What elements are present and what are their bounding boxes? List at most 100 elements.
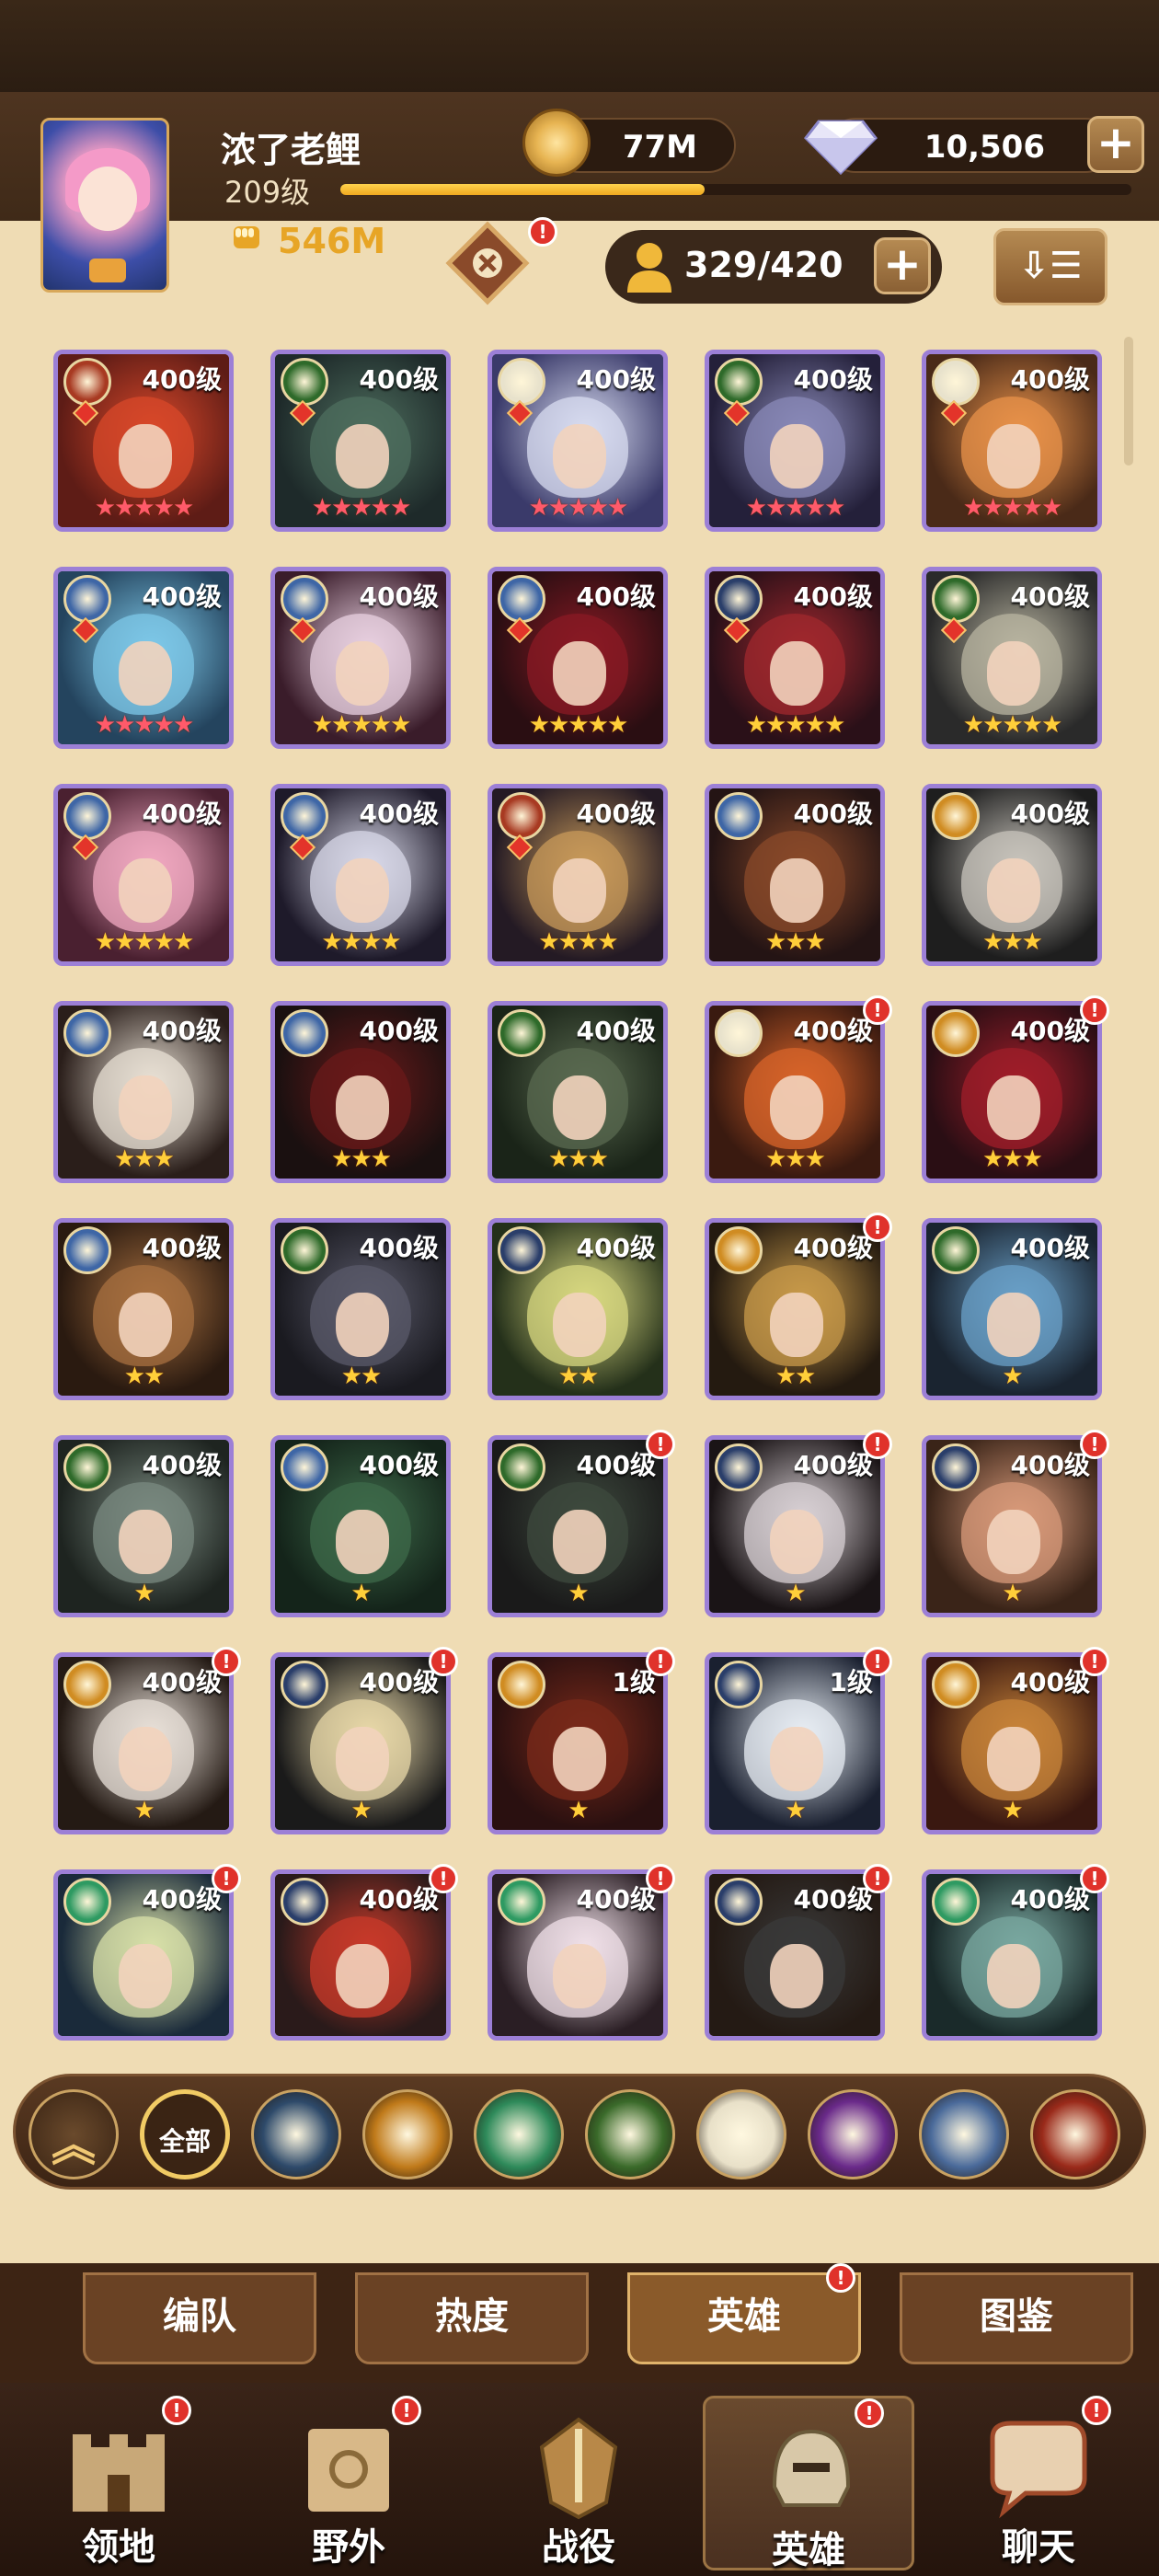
castle-icon [73,2434,165,2512]
faction-lightbearer-icon [281,792,328,840]
hero-card[interactable]: 400级 ★★★★★ [705,567,885,749]
hero-stars: ★★★ [548,1145,609,1173]
hero-card[interactable]: 400级 ★★★ [705,1001,885,1183]
faction-mauler-icon [281,1226,328,1274]
subtab-0[interactable]: 编队 [83,2272,316,2364]
hero-card[interactable]: 400级 ★ [270,1652,451,1834]
hero-card[interactable]: 400级 ★★ [705,1218,885,1400]
hero-card[interactable]: 400级 ★★★ [270,1001,451,1183]
hero-face [336,1293,389,1357]
player-name: 浓了老鲤 [221,130,361,170]
hero-card[interactable]: 400级 ★ [53,1652,234,1834]
faction-filter-wilder-star[interactable] [251,2089,341,2179]
hero-face [119,858,172,923]
player-level: 209级 [224,175,311,210]
faction-filter-dimensional[interactable] [362,2089,453,2179]
faction-filter-hypogean-purple[interactable] [808,2089,898,2179]
nav-sword-shield[interactable]: 战役 [473,2396,684,2570]
hero-card[interactable]: 400级 ★ [705,1435,885,1617]
hero-stars: ★★★ [765,1145,826,1173]
hero-card[interactable]: 400级 [53,1869,234,2041]
faction-filter-graveborn-flame[interactable] [1030,2089,1120,2179]
subtab-3[interactable]: 图鉴 [900,2272,1133,2364]
hero-stars: ★★★ [982,928,1043,956]
hero-card[interactable]: 400级 [270,1869,451,2041]
faction-filter-all[interactable]: 全部 [140,2089,230,2179]
add-hero-slot-button[interactable]: + [874,237,931,294]
hero-stars: ★ [1002,1580,1023,1607]
hero-level: 400级 [1010,364,1090,395]
hero-face [119,1075,172,1140]
hero-card[interactable]: 400级 ★★★ [922,1001,1102,1183]
hero-face [770,1075,823,1140]
hero-card[interactable]: 400级 ★★★★★ [53,784,234,966]
hero-card[interactable]: 400级 ★★★ [488,1001,668,1183]
hero-card[interactable]: 400级 ★★★★★ [488,350,668,532]
hero-stars: ★★ [775,1363,817,1390]
hero-alert-dot: ! [1080,995,1109,1025]
nav-helmet[interactable]: 英雄! [703,2396,914,2571]
hero-card[interactable]: 400级 ★★★★ [270,784,451,966]
hero-level: 400级 [359,581,439,612]
hero-face [987,1944,1040,2008]
add-diamond-button[interactable]: + [1087,116,1144,173]
sort-button[interactable]: ⇩☰ [993,228,1107,305]
hero-card[interactable]: 400级 ★ [922,1652,1102,1834]
faction-filter-lightbearer[interactable] [919,2089,1009,2179]
hero-card[interactable]: 400级 ★ [53,1435,234,1617]
hero-card[interactable]: 400级 ★★★ [705,784,885,966]
hero-card[interactable]: 400级 ★ [922,1435,1102,1617]
faction-wilder-icon [932,1443,980,1491]
hero-face [119,641,172,706]
nav-castle[interactable]: 领地! [13,2396,224,2570]
faction-filter-bar: ︽ 全部 [13,2074,1146,2190]
nav-alert-dot: ! [392,2396,421,2425]
hero-card[interactable]: 400级 ★★★★★ [270,567,451,749]
hero-card[interactable]: 400级 ★★★★★ [705,350,885,532]
hero-card[interactable]: 1级 ★ [488,1652,668,1834]
hero-card[interactable]: 400级 ★★ [270,1218,451,1400]
hero-card[interactable]: 400级 ★ [270,1435,451,1617]
nav-map-scroll[interactable]: 野外! [243,2396,454,2570]
faction-lightbearer-icon [63,575,111,623]
faction-filter-mauler-eye[interactable] [585,2089,675,2179]
subtab-2[interactable]: 英雄 [627,2272,861,2364]
subtab-1[interactable]: 热度 [355,2272,589,2364]
faction-lightbearer-icon [281,1443,328,1491]
hero-card[interactable]: 400级 ★ [488,1435,668,1617]
hero-face [336,1510,389,1574]
hero-card[interactable]: 400级 ★★ [53,1218,234,1400]
hero-level: 400级 [1010,581,1090,612]
nav-chat-bubble[interactable]: 聊天! [933,2396,1144,2570]
helmet-icon [772,2429,851,2507]
hero-card[interactable]: 400级 [488,1869,668,2041]
chat-bubble-icon [990,2421,1087,2519]
hero-card[interactable]: 400级 ★★★★★ [53,350,234,532]
hero-alert-dot: ! [1080,1864,1109,1893]
hero-card[interactable]: 400级 ★★★★★ [488,567,668,749]
hero-card[interactable]: 400级 ★★★ [922,784,1102,966]
hero-card[interactable]: 400级 [705,1869,885,2041]
hero-card[interactable]: 400级 ★★ [488,1218,668,1400]
hero-card[interactable]: 400级 [922,1869,1102,2041]
emblem-badge-icon[interactable] [442,217,534,309]
hero-card[interactable]: 400级 ★★★★★ [922,350,1102,532]
hero-face [987,1510,1040,1574]
hero-stars: ★ [568,1580,589,1607]
hero-face [336,1727,389,1791]
faction-wilder-icon [715,575,763,623]
hero-card[interactable]: 400级 ★★★★★ [270,350,451,532]
hero-card[interactable]: 400级 ★★★★ [488,784,668,966]
hero-card[interactable]: 400级 ★★★★★ [53,567,234,749]
hero-card[interactable]: 400级 ★ [922,1218,1102,1400]
faction-filter-hypogean-leaf[interactable] [474,2089,564,2179]
hero-card[interactable]: 400级 ★★★★★ [922,567,1102,749]
faction-filter-rank-up[interactable]: ︽ [29,2089,119,2179]
faction-filter-celestial-star[interactable] [696,2089,786,2179]
scrollbar[interactable] [1124,337,1133,466]
hero-card[interactable]: 400级 ★★★ [53,1001,234,1183]
hero-card[interactable]: 1级 ★ [705,1652,885,1834]
player-avatar[interactable] [40,118,169,293]
hero-face [553,641,606,706]
hero-stars: ★★★★★ [94,494,195,522]
